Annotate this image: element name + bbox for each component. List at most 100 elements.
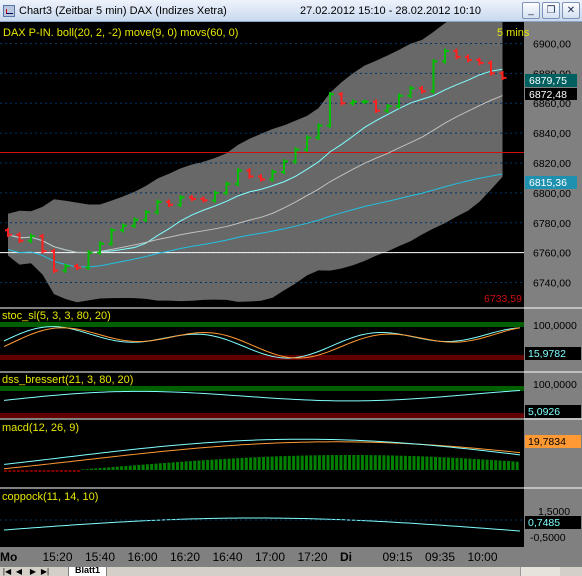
macd-bar: [240, 457, 244, 470]
time-label: 09:15: [383, 550, 413, 564]
macd-bar: [403, 455, 407, 470]
macd-bar: [313, 455, 317, 470]
time-label: 09:35: [425, 550, 455, 564]
macd-bar: [459, 458, 463, 470]
macd-bar: [145, 464, 149, 470]
macd-bar: [77, 470, 81, 472]
macd-bar: [360, 455, 364, 470]
macd-bar: [502, 460, 506, 470]
macd-bar: [489, 459, 493, 470]
tab-blatt1[interactable]: Blatt1: [68, 567, 108, 576]
prev-sheet-icon[interactable]: ◀: [14, 567, 24, 576]
next-sheet-icon[interactable]: ▶: [28, 567, 38, 576]
macd-bar: [464, 458, 468, 470]
macd-bar: [90, 468, 93, 470]
macd-bar: [481, 459, 485, 470]
time-label: 15:20: [43, 550, 73, 564]
macd-bar: [111, 467, 115, 470]
macd-bar: [201, 460, 205, 470]
macd-bar: [279, 456, 283, 470]
macd-bar: [206, 459, 210, 470]
coppock-legend: coppock(11, 14, 10): [2, 491, 98, 503]
first-sheet-icon[interactable]: |◀: [2, 567, 12, 576]
macd-bar: [249, 457, 253, 470]
macd-bar: [85, 469, 89, 470]
macd-bar: [472, 458, 476, 470]
macd-bar: [382, 455, 386, 470]
macd-bar: [369, 455, 373, 470]
macd-bar: [236, 458, 240, 470]
macd-bar: [59, 470, 63, 472]
bollinger-band: [8, 22, 503, 303]
macd-bar: [416, 456, 420, 470]
sheet-tab-bar: |◀ ◀ ▶ ▶| Blatt1: [0, 566, 582, 576]
macd-bar: [94, 468, 98, 470]
macd-bar: [51, 470, 55, 472]
macd-bar: [133, 465, 136, 470]
window-title: Chart3 (Zeitbar 5 min) DAX (Indizes Xetr…: [19, 4, 227, 17]
macd-bar: [176, 462, 179, 470]
macd-bar: [438, 457, 442, 470]
macd-bar: [412, 456, 416, 470]
low-label: 6733,59: [484, 293, 522, 305]
chart-canvas[interactable]: 6900,006880,006860,006840,006820,006800,…: [0, 22, 582, 566]
macd-bar: [219, 459, 222, 470]
macd-bar: [348, 455, 351, 470]
horizontal-scrollbar[interactable]: [520, 567, 560, 576]
restore-button[interactable]: ❐: [542, 2, 560, 19]
macd-bar: [468, 458, 472, 470]
macd-bar: [429, 456, 433, 470]
time-label: 16:40: [213, 550, 243, 564]
macd-bar: [115, 466, 119, 470]
minimize-button[interactable]: _: [522, 2, 540, 19]
macd-bar: [231, 458, 235, 470]
dss-value: 5,0926: [528, 406, 560, 418]
macd-bar: [38, 470, 42, 472]
macd-bar: [167, 462, 171, 470]
window-date-range: 27.02.2012 15:10 - 28.02.2012 10:10: [300, 4, 482, 17]
dss-line: [3, 389, 521, 402]
window-controls: _ ❐ ✕: [522, 2, 580, 19]
last-price-label: 6879,75: [529, 75, 567, 87]
close-button[interactable]: ✕: [562, 2, 580, 19]
macd-bar: [47, 470, 50, 472]
macd-bar: [193, 460, 197, 470]
price-tick: 6780,00: [533, 218, 571, 230]
macd-value: 19,7834: [528, 436, 566, 448]
last-sheet-icon[interactable]: ▶|: [40, 567, 50, 576]
macd-bar: [68, 470, 72, 472]
macd-bar: [21, 470, 25, 472]
macd-bar: [335, 455, 339, 470]
stoc-legend: stoc_sl(5, 3, 3, 80, 20): [2, 310, 111, 322]
macd-legend: macd(12, 26, 9): [2, 422, 79, 434]
macd-bar: [184, 461, 188, 470]
macd-bar: [154, 463, 158, 470]
macd-bar: [485, 459, 489, 470]
price-tick: 6840,00: [533, 128, 571, 140]
macd-bar: [395, 455, 399, 470]
macd-bar: [34, 470, 38, 472]
macd-bar: [442, 457, 446, 470]
price-tick: 6760,00: [533, 248, 571, 260]
macd-bar: [507, 461, 511, 470]
macd-bar: [287, 455, 291, 470]
window-titlebar: Chart3 (Zeitbar 5 min) DAX (Indizes Xetr…: [0, 0, 582, 22]
macd-bar: [339, 455, 343, 470]
time-label: 10:00: [468, 550, 498, 564]
macd-bar: [322, 455, 326, 470]
macd-bar: [197, 460, 201, 470]
macd-bar: [317, 455, 321, 470]
price-tick: 6820,00: [533, 158, 571, 170]
macd-bar: [137, 464, 141, 470]
coppock-value: 0,7485: [528, 517, 560, 529]
macd-bar: [188, 461, 192, 470]
macd-bar: [4, 470, 7, 472]
macd-bar: [494, 460, 498, 470]
macd-bar: [25, 470, 29, 472]
time-label: 16:00: [128, 550, 158, 564]
macd-bar: [163, 462, 167, 470]
macd-bar: [451, 457, 455, 470]
macd-bar: [515, 461, 519, 470]
macd-bar: [270, 456, 274, 470]
macd-bar: [55, 470, 59, 472]
